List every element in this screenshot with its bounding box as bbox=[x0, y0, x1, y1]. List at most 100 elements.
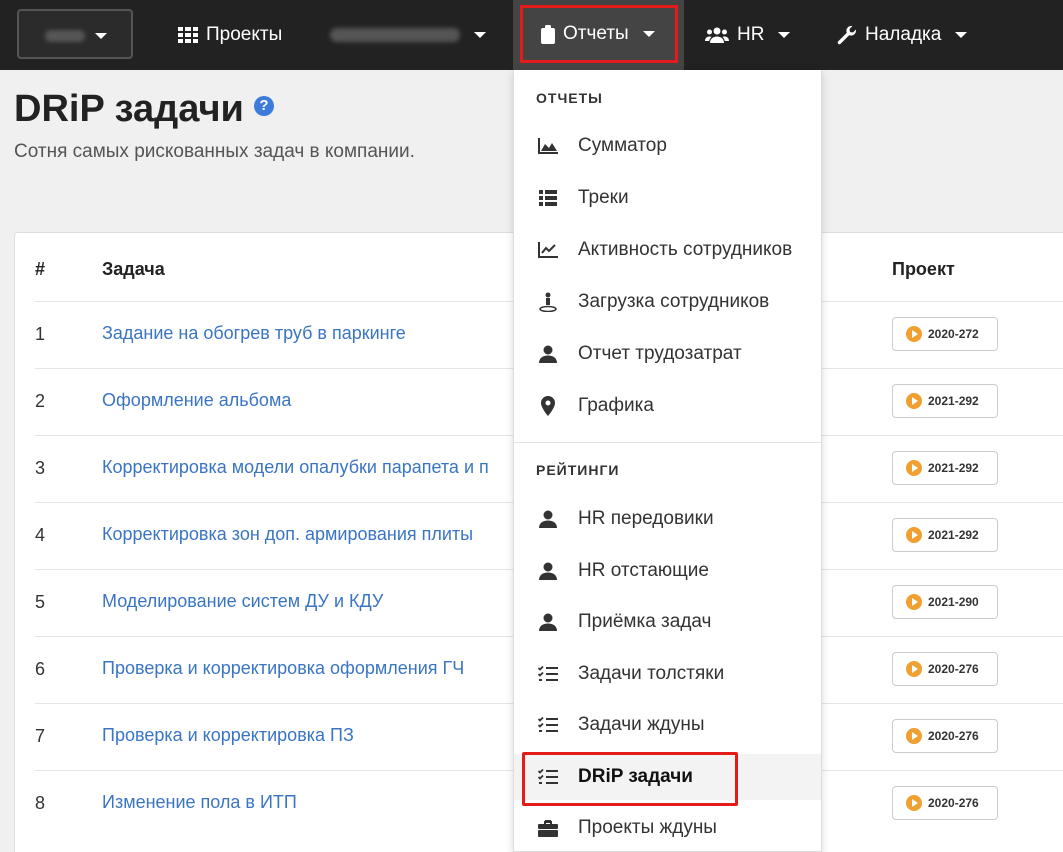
play-circle-icon bbox=[906, 527, 922, 543]
project-code: 2021-292 bbox=[928, 528, 979, 542]
line-chart-icon bbox=[538, 240, 558, 260]
play-circle-icon bbox=[906, 795, 922, 811]
play-circle-icon bbox=[906, 661, 922, 677]
dropdown-item-label: Приёмка задач bbox=[578, 611, 712, 632]
task-link[interactable]: Проверка и корректировка ПЗ bbox=[102, 725, 354, 746]
row-number: 4 bbox=[35, 525, 46, 545]
chevron-down-icon bbox=[474, 32, 486, 38]
column-header-task[interactable]: Задача bbox=[102, 259, 165, 280]
column-header-number[interactable]: # bbox=[35, 259, 45, 280]
task-link[interactable]: Корректировка зон доп. армирования плиты bbox=[102, 524, 473, 545]
row-number: 6 bbox=[35, 659, 46, 679]
row-number: 8 bbox=[35, 793, 46, 813]
dropdown-item[interactable]: Загрузка сотрудников bbox=[514, 279, 821, 325]
project-badge[interactable]: 2021-290 bbox=[892, 585, 998, 619]
user-icon bbox=[538, 561, 558, 581]
wrench-icon bbox=[837, 25, 857, 45]
dropdown-divider bbox=[514, 442, 821, 443]
dropdown-item[interactable]: HR отстающие bbox=[514, 548, 821, 594]
nav-economics-label-blurred bbox=[330, 28, 460, 42]
dropdown-item[interactable]: Приёмка задач bbox=[514, 599, 821, 645]
active-item-highlight bbox=[522, 752, 738, 806]
dropdown-item[interactable]: Сумматор bbox=[514, 123, 821, 169]
list-icon bbox=[538, 188, 558, 208]
person-pin-icon bbox=[538, 292, 558, 312]
tasks-icon bbox=[538, 664, 558, 684]
chevron-down-icon bbox=[642, 31, 655, 37]
dropdown-item[interactable]: Задачи толстяки bbox=[514, 651, 821, 697]
row-number: 1 bbox=[35, 324, 46, 344]
nav-setup[interactable]: Наладка bbox=[837, 0, 968, 70]
task-link[interactable]: Оформление альбома bbox=[102, 390, 291, 411]
project-badge[interactable]: 2020-276 bbox=[892, 652, 998, 686]
tasks-icon bbox=[538, 715, 558, 735]
nav-setup-label: Наладка bbox=[865, 24, 942, 45]
briefcase-icon bbox=[538, 818, 558, 838]
play-circle-icon bbox=[906, 393, 922, 409]
project-code: 2021-292 bbox=[928, 461, 979, 475]
top-navbar: Проекты Отчеты HR Наладка bbox=[0, 0, 1063, 70]
dropdown-item[interactable]: Проекты ждуны bbox=[514, 805, 821, 851]
dropdown-item-label: Проекты ждуны bbox=[578, 817, 717, 838]
dropdown-item-label: Треки bbox=[578, 187, 629, 208]
dropdown-item[interactable]: Треки bbox=[514, 175, 821, 221]
dropdown-item-label: HR отстающие bbox=[578, 559, 709, 581]
nav-reports-label: Отчеты bbox=[563, 23, 629, 44]
nav-hr[interactable]: HR bbox=[705, 0, 791, 70]
nav-projects-label: Проекты bbox=[206, 24, 283, 45]
project-badge[interactable]: 2021-292 bbox=[892, 518, 998, 552]
map-marker-icon bbox=[538, 396, 558, 416]
column-header-project[interactable]: Проект bbox=[892, 259, 955, 280]
row-number: 3 bbox=[35, 458, 46, 478]
task-link[interactable]: Задание на обогрев труб в паркинге bbox=[102, 323, 406, 344]
nav-projects[interactable]: Проекты bbox=[178, 0, 282, 70]
chevron-down-icon bbox=[778, 32, 791, 38]
project-badge[interactable]: 2020-272 bbox=[892, 317, 998, 351]
play-circle-icon bbox=[906, 728, 922, 744]
project-code: 2020-272 bbox=[928, 327, 979, 341]
task-link[interactable]: Изменение пола в ИТП bbox=[102, 792, 297, 813]
project-badge[interactable]: 2020-276 bbox=[892, 786, 998, 820]
dropdown-item[interactable]: Графика bbox=[514, 383, 821, 429]
workspace-name-blurred bbox=[45, 30, 85, 42]
area-chart-icon bbox=[538, 136, 558, 156]
play-circle-icon bbox=[906, 594, 922, 610]
page-subtitle: Сотня самых рискованных задач в компании… bbox=[14, 141, 415, 162]
dropdown-section-reports: ОТЧЕТЫ bbox=[536, 90, 603, 106]
project-code: 2020-276 bbox=[928, 662, 979, 676]
row-number: 2 bbox=[35, 391, 46, 411]
dropdown-section-ratings: РЕЙТИНГИ bbox=[536, 462, 620, 478]
chevron-down-icon bbox=[955, 32, 968, 38]
dropdown-item[interactable]: Отчет трудозатрат bbox=[514, 331, 821, 377]
dropdown-item[interactable]: Задачи ждуны bbox=[514, 702, 821, 748]
workspace-selector[interactable] bbox=[17, 9, 133, 59]
dropdown-item-label: Сумматор bbox=[578, 135, 667, 156]
task-link[interactable]: Корректировка модели опалубки парапета и… bbox=[102, 457, 489, 478]
grid-icon bbox=[178, 27, 198, 43]
task-link[interactable]: Моделирование систем ДУ и КДУ bbox=[102, 591, 383, 612]
dropdown-item[interactable]: Активность сотрудников bbox=[514, 227, 821, 273]
dropdown-item-label: Графика bbox=[578, 395, 654, 416]
dropdown-item[interactable]: HR передовики bbox=[514, 496, 821, 542]
project-badge[interactable]: 2021-292 bbox=[892, 451, 998, 485]
dropdown-item-label: HR передовики bbox=[578, 508, 714, 529]
dropdown-item-label: Задачи ждуны bbox=[578, 714, 705, 735]
dropdown-item-label: Активность сотрудников bbox=[578, 239, 793, 260]
dropdown-item-label: Загрузка сотрудников bbox=[578, 291, 770, 312]
task-link[interactable]: Проверка и корректировка оформления ГЧ bbox=[102, 658, 464, 679]
dropdown-item-label: Задачи толстяки bbox=[578, 662, 725, 684]
project-badge[interactable]: 2020-276 bbox=[892, 719, 998, 753]
project-badge[interactable]: 2021-292 bbox=[892, 384, 998, 418]
project-code: 2020-276 bbox=[928, 796, 979, 810]
clipboard-icon bbox=[541, 24, 555, 44]
project-code: 2021-292 bbox=[928, 394, 979, 408]
user-icon bbox=[538, 509, 558, 529]
user-icon bbox=[538, 344, 558, 364]
row-number: 5 bbox=[35, 592, 46, 612]
user-icon bbox=[538, 612, 558, 632]
nav-economics[interactable] bbox=[330, 0, 486, 70]
nav-reports[interactable]: Отчеты bbox=[520, 5, 678, 63]
project-code: 2020-276 bbox=[928, 729, 979, 743]
page-title: DRiP задачи bbox=[14, 88, 244, 130]
question-circle-icon[interactable]: ? bbox=[254, 96, 274, 116]
